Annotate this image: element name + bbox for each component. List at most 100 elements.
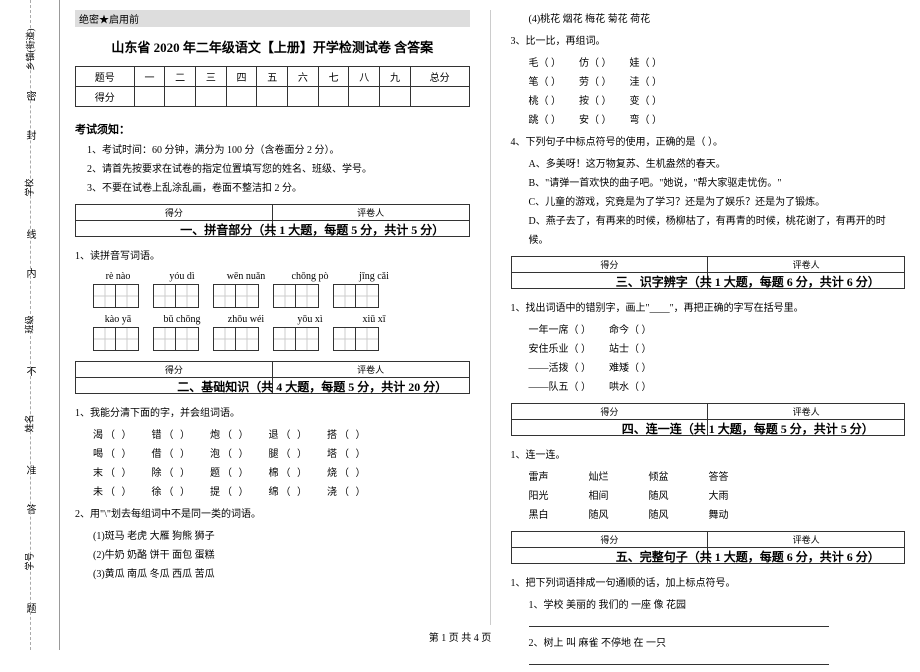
pinyin: yōu xì: [285, 314, 335, 325]
score-cell[interactable]: [257, 87, 288, 107]
word-pair: 桃（ ）: [529, 92, 562, 111]
word-pair: 按（ ）: [579, 92, 612, 111]
marker-label: 评卷人: [272, 362, 469, 378]
char-grid[interactable]: [93, 327, 139, 351]
match-col: 雷声 阳光 黑白: [529, 468, 549, 525]
field-school: 学校: [23, 178, 36, 196]
score-cell[interactable]: [349, 87, 380, 107]
section-2-title: 二、基础知识（共 4 大题，每题 5 分，共计 20 分）: [155, 378, 470, 395]
word-pair: 娃（ ）: [630, 54, 663, 73]
char-grid[interactable]: [153, 284, 199, 308]
group-line: (2)牛奶 奶酪 饼干 面包 蛋糕: [93, 546, 470, 565]
score-head: 七: [318, 67, 349, 87]
match-item: 灿烂: [589, 468, 609, 487]
word-pair: 错（ ）: [152, 426, 193, 445]
word-pair: 未（ ）: [93, 483, 134, 502]
word-row: 安住乐业（ ） 站士（ ）: [529, 340, 906, 359]
question-3-1: 1、找出词语中的错别字，画上"____"，再把正确的字写在括号里。: [511, 299, 906, 318]
score-row-label: 得分: [76, 87, 135, 107]
word-pair: 炮（ ）: [210, 426, 251, 445]
char-grid[interactable]: [273, 284, 319, 308]
char-grid[interactable]: [333, 284, 379, 308]
word-pair: 一年一席（ ）: [529, 321, 592, 340]
pinyin: jīng cǎi: [349, 271, 399, 282]
question-5-1: 1、把下列词语排成一句通顺的话，加上标点符号。: [511, 574, 906, 593]
char-grid[interactable]: [213, 327, 259, 351]
notice-heading: 考试须知：: [75, 121, 470, 137]
pinyin: wēn nuǎn: [221, 271, 271, 282]
sentence-words: 1、学校 美丽的 我们的 一座 像 花园: [529, 596, 906, 615]
char-grid[interactable]: [333, 327, 379, 351]
word-pair: 仿（ ）: [579, 54, 612, 73]
word-pair: 塔（ ）: [327, 445, 368, 464]
score-cell[interactable]: [165, 87, 196, 107]
marker-label: 评卷人: [708, 257, 905, 273]
question-2-4: 4、下列句子中标点符号的使用，正确的是（ ）。: [511, 133, 906, 152]
word-pair: 棉（ ）: [269, 464, 310, 483]
marker-label: 评卷人: [708, 532, 905, 548]
match-col: 答答 大雨 舞动: [709, 468, 729, 525]
match-item: 大雨: [709, 487, 729, 506]
match-item: 随风: [649, 506, 669, 525]
word-pair: 泡（ ）: [210, 445, 251, 464]
word-pair: 除（ ）: [152, 464, 193, 483]
word-row: 桃（ ） 按（ ） 变（ ）: [529, 92, 906, 111]
char-grid-row: [93, 284, 470, 308]
score-cell[interactable]: [195, 87, 226, 107]
group-line: (4)桃花 烟花 梅花 菊花 荷花: [529, 10, 906, 29]
right-column: (4)桃花 烟花 梅花 菊花 荷花 3、比一比，再组词。 毛（ ） 仿（ ） 娃…: [511, 10, 906, 625]
word-row: ——活拨（ ） 难矮（ ）: [529, 359, 906, 378]
notice-item: 3、不要在试卷上乱涂乱画，卷面不整洁扣 2 分。: [87, 179, 470, 198]
match-item: 黑白: [529, 506, 549, 525]
word-pair: 退（ ）: [269, 426, 310, 445]
score-cell[interactable]: [288, 87, 319, 107]
section-5-title: 五、完整句子（共 1 大题，每题 6 分，共计 6 分）: [591, 548, 906, 565]
section-4-title: 四、连一连（共 1 大题，每题 5 分，共计 5 分）: [591, 420, 906, 437]
section-3-title: 三、识字辨字（共 1 大题，每题 6 分，共计 6 分）: [591, 273, 906, 290]
pinyin: bǔ chōng: [157, 314, 207, 325]
char-grid[interactable]: [213, 284, 259, 308]
notice-item: 2、请首先按要求在试卷的指定位置填写您的姓名、班级、学号。: [87, 160, 470, 179]
match-item: 随风: [589, 506, 609, 525]
score-head: 六: [288, 67, 319, 87]
page-footer: 第 1 页 共 4 页: [0, 629, 920, 644]
column-divider: [490, 10, 491, 625]
score-head: 题号: [76, 67, 135, 87]
score-cell[interactable]: [134, 87, 165, 107]
word-pair: 徐（ ）: [152, 483, 193, 502]
word-pair: 洼（ ）: [630, 73, 663, 92]
question-4-1: 1、连一连。: [511, 446, 906, 465]
score-head: 九: [380, 67, 411, 87]
score-cell[interactable]: [226, 87, 257, 107]
match-item: 雷声: [529, 468, 549, 487]
match-item: 相间: [589, 487, 609, 506]
word-pair: ——队五（ ）: [529, 378, 592, 397]
pinyin: chōng pò: [285, 271, 335, 282]
char-grid[interactable]: [273, 327, 319, 351]
notice-list: 1、考试时间：60 分钟，满分为 100 分（含卷面分 2 分）。 2、请首先按…: [87, 141, 470, 198]
score-head: 三: [195, 67, 226, 87]
word-pair: 毛（ ）: [529, 54, 562, 73]
marker-label: 得分: [511, 532, 708, 548]
char-grid[interactable]: [153, 327, 199, 351]
word-row: 跳（ ） 安（ ） 弯（ ）: [529, 111, 906, 130]
answer-blank[interactable]: [529, 653, 906, 672]
secret-mark: 绝密★启用前: [75, 10, 470, 27]
score-cell[interactable]: [318, 87, 349, 107]
question-2-3: 3、比一比，再组词。: [511, 32, 906, 51]
binding-margin: 乡镇(街道) 密 封 学校 线 内 班级 不 姓名 准 答 学号 题: [0, 0, 60, 650]
word-row: 笔（ ） 劳（ ） 洼（ ）: [529, 73, 906, 92]
word-pair: 绵（ ）: [269, 483, 310, 502]
score-head: 四: [226, 67, 257, 87]
option-a: A、多美呀！这万物复苏、生机盎然的春天。: [529, 155, 906, 174]
char-grid[interactable]: [93, 284, 139, 308]
question-1-1: 1、读拼音写词语。: [75, 247, 470, 266]
score-cell[interactable]: [410, 87, 469, 107]
option-c: C、儿童的游戏，究竟是为了学习？还是为了娱乐？还是为了锻炼。: [529, 193, 906, 212]
word-pair: 弯（ ）: [630, 111, 663, 130]
word-pair: 提（ ）: [210, 483, 251, 502]
marker-label: 评卷人: [708, 404, 905, 420]
score-cell[interactable]: [380, 87, 411, 107]
marker-label: 得分: [76, 205, 273, 221]
score-table: 题号 一 二 三 四 五 六 七 八 九 总分 得分: [75, 66, 470, 107]
